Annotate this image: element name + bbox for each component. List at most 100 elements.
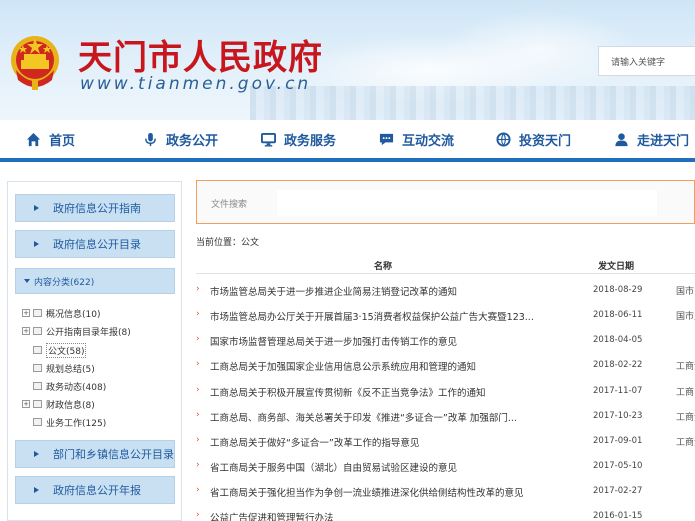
table-row[interactable]: › 公益广告促进和管理暂行办法 2016-01-15 — [196, 503, 695, 521]
nav-label: 互动交流 — [402, 133, 455, 149]
row-title-link[interactable]: 市场监管总局关于进一步推进企业简易注销登记改革的通知 — [210, 284, 457, 298]
globe-icon — [496, 131, 511, 147]
row-doc-number: 工商 — [676, 388, 695, 398]
table-row[interactable]: › 工商总局关于积极开展宣传贯彻新《反不正当竞争法》工作的通知 2017-11-… — [196, 378, 695, 403]
column-header-date: 发文日期 — [598, 262, 635, 272]
row-title-link[interactable]: 工商总局关于加强国家企业信用信息公示系统应用和管理的通知 — [210, 359, 476, 373]
triangle-right-icon — [34, 487, 39, 493]
search-input[interactable]: 请输入关键字 — [598, 46, 695, 76]
site-url: www.tianmen.gov.cn — [80, 74, 312, 94]
folder-icon — [33, 418, 42, 426]
row-date: 2018-08-29 — [593, 285, 643, 295]
row-title-link[interactable]: 工商总局关于积极开展宣传贯彻新《反不正当竞争法》工作的通知 — [210, 385, 486, 399]
table-row[interactable]: › 省工商局关于强化担当作为争创一流业绩推进深化供给侧结构性改革的意见 2017… — [196, 478, 695, 503]
triangle-right-icon — [34, 205, 39, 211]
sidebar-item-label: 部门和乡镇信息公开目录 — [53, 448, 174, 461]
table-row[interactable]: › 省工商局关于服务中国（湖北）自由贸易试验区建设的意见 2017-05-10 — [196, 453, 695, 478]
tree-item-documents[interactable]: 公文(58) — [33, 342, 87, 358]
expand-plus-icon[interactable]: + — [22, 400, 30, 408]
column-header-name: 名称 — [374, 262, 393, 272]
row-date: 2016-01-15 — [593, 511, 643, 521]
row-title-link[interactable]: 国家市场监督管理总局关于进一步加强打击传销工作的意见 — [210, 334, 457, 348]
row-doc-number: 国市监 — [676, 312, 695, 322]
table-row[interactable]: › 工商总局、商务部、海关总署关于印发《推进“多证合一”改革 加强部门... 2… — [196, 403, 695, 428]
tree-header-label: 内容分类(622) — [34, 277, 95, 288]
nav-item-interaction[interactable]: 互动交流 — [379, 120, 454, 158]
nav-item-government-affairs[interactable]: 政务公开 — [143, 120, 218, 158]
row-date: 2017-09-01 — [593, 436, 643, 446]
sidebar-item-disclosure-catalog[interactable]: 政府信息公开目录 — [15, 230, 175, 258]
nav-label: 首页 — [49, 133, 76, 149]
row-doc-number: 工商企 — [676, 438, 695, 448]
row-title-link[interactable]: 工商总局、商务部、海关总署关于印发《推进“多证合一”改革 加强部门... — [210, 410, 517, 424]
row-date: 2017-05-10 — [593, 461, 643, 471]
nav-item-invest[interactable]: 投资天门 — [496, 120, 571, 158]
row-title-link[interactable]: 省工商局关于服务中国（湖北）自由贸易试验区建设的意见 — [210, 460, 457, 474]
expand-plus-icon[interactable]: + — [22, 327, 30, 335]
main-nav: 首页 政务公开 政务服务 互动交流 投资天门 走进天门 — [0, 120, 695, 162]
row-title-link[interactable]: 省工商局关于强化担当作为争创一流业绩推进深化供给侧结构性改革的意见 — [210, 485, 524, 499]
file-search-panel: 文件搜索 — [196, 180, 695, 224]
folder-icon — [33, 309, 42, 317]
sidebar: 政府信息公开指南 政府信息公开目录 内容分类(622) + 概况信息(10) +… — [7, 181, 182, 521]
skyline-decoration — [250, 86, 695, 120]
row-date: 2017-10-23 — [593, 411, 643, 421]
chevron-right-icon: › — [196, 460, 200, 470]
chevron-right-icon: › — [196, 410, 200, 420]
chevron-right-icon: › — [196, 435, 200, 445]
row-title-link[interactable]: 工商总局关于做好“多证合一”改革工作的指导意见 — [210, 435, 419, 449]
tree-item-planning-summary[interactable]: 规划总结(5) — [33, 361, 95, 375]
triangle-right-icon — [34, 241, 39, 247]
tree-item-business-work[interactable]: 业务工作(125) — [33, 415, 106, 429]
nav-item-about-tianmen[interactable]: 走进天门 — [614, 120, 689, 158]
site-title[interactable]: 天门市人民政府 — [78, 30, 323, 79]
chevron-right-icon: › — [196, 334, 200, 344]
file-search-input[interactable] — [277, 190, 657, 216]
row-date: 2017-11-07 — [593, 386, 643, 396]
sidebar-item-disclosure-guide[interactable]: 政府信息公开指南 — [15, 194, 175, 222]
chevron-right-icon: › — [196, 359, 200, 369]
sidebar-item-label: 政府信息公开指南 — [53, 202, 141, 215]
table-row[interactable]: › 市场监管总局办公厅关于开展首届3·15消费者权益保护公益广告大赛暨123..… — [196, 302, 695, 327]
tree-header-content-category[interactable]: 内容分类(622) — [15, 268, 175, 294]
sidebar-item-label: 政府信息公开年报 — [53, 484, 141, 497]
nav-item-home[interactable]: 首页 — [26, 120, 75, 158]
table-row[interactable]: › 工商总局关于做好“多证合一”改革工作的指导意见 2017-09-01 工商企 — [196, 428, 695, 453]
folder-icon — [33, 364, 42, 372]
tree-item-overview[interactable]: + 概况信息(10) — [22, 306, 100, 320]
sidebar-item-label: 政府信息公开目录 — [53, 238, 141, 251]
chevron-right-icon: › — [196, 385, 200, 395]
row-doc-number: 国市 — [676, 287, 695, 297]
nav-item-government-services[interactable]: 政务服务 — [261, 120, 336, 158]
nav-label: 政务公开 — [166, 133, 219, 149]
row-title-link[interactable]: 市场监管总局办公厅关于开展首届3·15消费者权益保护公益广告大赛暨123... — [210, 309, 534, 323]
folder-icon — [33, 400, 42, 408]
table-row[interactable]: › 工商总局关于加强国家企业信用信息公示系统应用和管理的通知 2018-02-2… — [196, 352, 695, 377]
row-doc-number: 工商企 — [676, 362, 695, 372]
national-emblem-icon — [11, 36, 59, 90]
triangle-down-icon — [24, 279, 30, 283]
table-row[interactable]: › 市场监管总局关于进一步推进企业简易注销登记改革的通知 2018-08-29 … — [196, 277, 695, 302]
triangle-right-icon — [34, 451, 39, 457]
row-date: 2018-02-22 — [593, 360, 643, 370]
expand-plus-icon[interactable]: + — [22, 309, 30, 317]
breadcrumb: 当前位置：公文 — [196, 238, 260, 248]
header-banner: 天门市人民政府 www.tianmen.gov.cn 请输入关键字 — [0, 0, 695, 120]
row-title-link[interactable]: 公益广告促进和管理暂行办法 — [210, 510, 334, 521]
sidebar-item-department-catalog[interactable]: 部门和乡镇信息公开目录 — [15, 440, 175, 468]
row-doc-number: 工商企 — [676, 413, 695, 423]
chevron-right-icon: › — [196, 284, 200, 294]
nav-label: 政务服务 — [284, 133, 337, 149]
nav-label: 走进天门 — [637, 133, 690, 149]
tree-item-finance[interactable]: + 财政信息(8) — [22, 397, 95, 411]
person-icon — [615, 132, 628, 146]
chevron-right-icon: › — [196, 485, 200, 495]
tree-item-government-news[interactable]: 政务动态(408) — [33, 379, 106, 393]
microphone-icon — [145, 132, 156, 146]
tree-item-guide-catalog-report[interactable]: + 公开指南目录年报(8) — [22, 324, 131, 338]
folder-icon — [33, 382, 42, 390]
home-icon — [26, 132, 41, 146]
sidebar-item-annual-report[interactable]: 政府信息公开年报 — [15, 476, 175, 504]
table-row[interactable]: › 国家市场监督管理总局关于进一步加强打击传销工作的意见 2018-04-05 — [196, 327, 695, 352]
chat-icon — [379, 133, 394, 145]
